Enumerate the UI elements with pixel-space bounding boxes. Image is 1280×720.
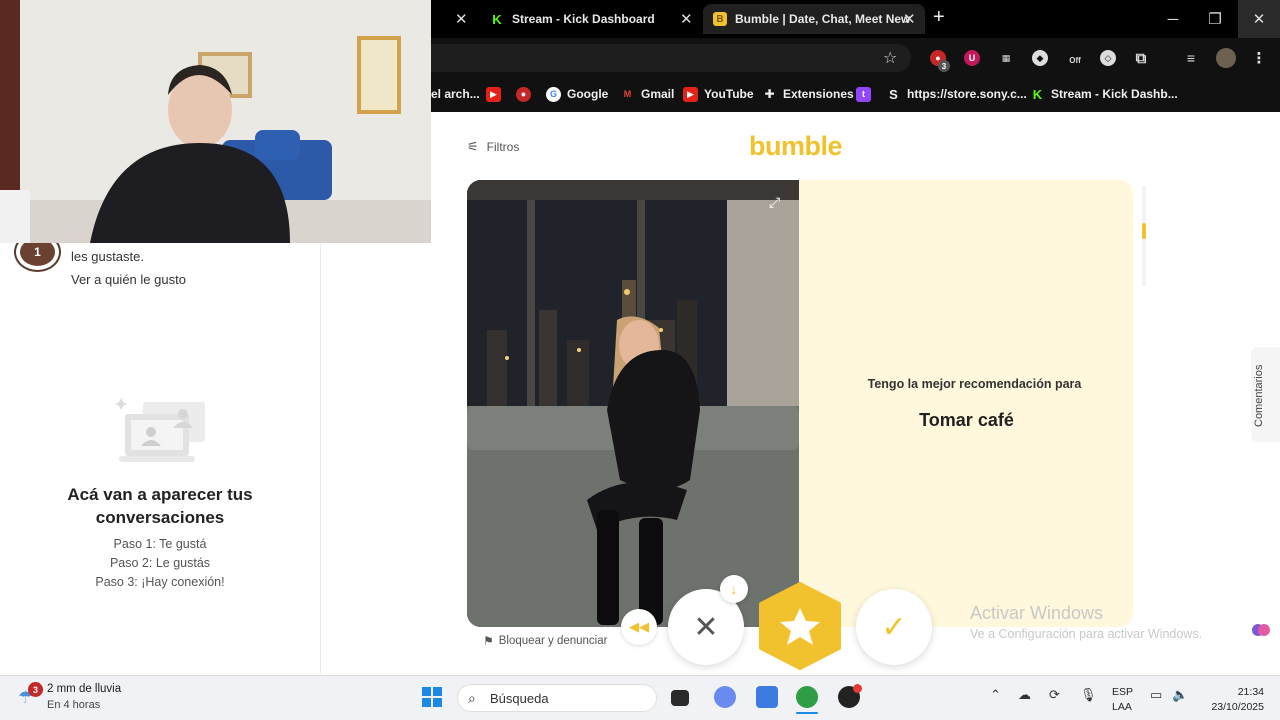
bookmark-youtube[interactable]: ▶ YouTube: [683, 84, 754, 104]
twitch-icon: t: [856, 86, 871, 102]
close-icon: ✕: [693, 610, 719, 644]
app-icon: ●: [516, 86, 531, 102]
bookmark-google[interactable]: G Google: [546, 84, 608, 104]
feedback-tab[interactable]: Comentarios: [1251, 347, 1280, 442]
notepad-icon[interactable]: [756, 686, 778, 708]
weather-subtitle: En 4 horas: [47, 699, 101, 711]
webcam-overlay: [0, 0, 431, 243]
bumble-icon: B: [713, 12, 727, 26]
youtube-icon: ▶: [683, 86, 698, 102]
close-icon[interactable]: ✕: [903, 10, 916, 28]
bookmark-sony-store[interactable]: Shttps://store.sony.c...: [886, 84, 1027, 104]
check-icon: ✓: [881, 610, 907, 644]
google-icon: G: [546, 86, 561, 102]
superswipe-button[interactable]: [757, 582, 843, 670]
like-button[interactable]: ✓: [856, 589, 932, 665]
recording-badge: [853, 684, 862, 693]
screen: { "browser": { "tabs": [ {"label": "Stre…: [0, 0, 1280, 720]
profile-photo-image: [467, 180, 799, 627]
bookmark-extensiones[interactable]: ✚ Extensiones: [762, 84, 853, 104]
bookmark-gmail[interactable]: M Gmail: [620, 84, 675, 104]
kick-icon: K: [490, 12, 504, 27]
brain-extension-icon[interactable]: [1251, 620, 1271, 640]
block-report-link[interactable]: ⚑ Bloquear y denunciar: [483, 634, 607, 648]
see-who-liked-link[interactable]: Ver a quién le gusto: [71, 272, 186, 287]
tab-close-icon[interactable]: ✕: [455, 4, 468, 34]
empty-conversations-icon: [115, 398, 205, 462]
language-indicator[interactable]: ESP LAA: [1112, 685, 1133, 715]
copilot-icon[interactable]: [714, 686, 736, 708]
volume-icon[interactable]: 🔈: [1172, 687, 1188, 703]
menu-kebab-icon[interactable]: ⋮: [1251, 50, 1267, 67]
youtube-icon: ▶: [486, 86, 501, 102]
extension-badge: 3: [938, 60, 950, 72]
bookmark-red[interactable]: ●: [516, 84, 537, 104]
likes-text: les gustaste.: [71, 249, 144, 264]
microphone-icon[interactable]: 🎙: [1080, 687, 1097, 703]
filters-icon: ⚟: [467, 139, 479, 154]
tray-chevron-icon[interactable]: ⌃: [990, 687, 1001, 703]
new-tab-icon[interactable]: +: [933, 6, 945, 29]
puzzle-icon: ✚: [764, 87, 775, 101]
activate-windows-subtitle: Ve a Configuración para activar Windows.: [970, 627, 1203, 641]
task-view-icon[interactable]: [671, 690, 689, 706]
media-control-icon[interactable]: ≡: [1183, 50, 1199, 66]
empty-title: Acá van a aparecer tus conversaciones: [67, 485, 253, 527]
weather-badge: 3: [28, 682, 43, 697]
card-scroll-thumb[interactable]: [1142, 223, 1146, 239]
tab-label: Stream - Kick Dashboard: [512, 12, 655, 26]
extension-grid-icon[interactable]: ▦: [998, 50, 1014, 66]
profile-card: [467, 180, 1133, 627]
expand-photo-icon[interactable]: ⤢: [769, 194, 785, 210]
extension-puzzle-icon[interactable]: ◆: [1032, 50, 1048, 66]
sony-icon: S: [889, 86, 898, 102]
extension-diamond-icon[interactable]: ◇: [1100, 50, 1116, 66]
rewind-button[interactable]: ◀◀: [621, 609, 657, 645]
step-3: Paso 3: ¡Hay conexión!: [95, 575, 225, 589]
windows-start-icon[interactable]: [421, 686, 443, 708]
scroll-down-button[interactable]: ↓: [720, 575, 748, 603]
search-icon: ⌕: [468, 690, 476, 706]
extensions-puzzle-icon[interactable]: ⧉: [1133, 50, 1149, 67]
kick-icon: K: [1032, 86, 1043, 102]
address-bar[interactable]: [431, 44, 911, 72]
sync-icon[interactable]: ⟳: [1049, 687, 1060, 703]
network-icon[interactable]: ▭: [1150, 687, 1162, 703]
tab-kick-dashboard[interactable]: K Stream - Kick Dashboard ✕: [490, 4, 700, 34]
taskbar-search[interactable]: ⌕ Búsqueda: [457, 684, 657, 712]
filters-button[interactable]: ⚟ Filtros: [467, 138, 519, 156]
profile-photo[interactable]: [467, 180, 799, 627]
bookmark-youtube-short[interactable]: ▶: [486, 84, 507, 104]
restore-icon[interactable]: ❐: [1194, 0, 1236, 38]
bookmark-star-icon[interactable]: ☆: [883, 48, 897, 68]
gmail-icon: M: [623, 89, 632, 99]
activate-windows-title: Activar Windows: [970, 603, 1104, 623]
step-2: Paso 2: Le gustás: [109, 556, 211, 570]
extension-off-label[interactable]: Off: [1067, 52, 1083, 68]
recommendation-label: Tengo la mejor recomendación para: [867, 377, 1082, 391]
webcam-feed: [0, 0, 431, 243]
onedrive-icon[interactable]: ☁: [1018, 687, 1031, 703]
recommendation-value: Tomar café: [919, 410, 1014, 430]
active-app-indicator: [796, 712, 818, 714]
step-1: Paso 1: Te gustá: [113, 537, 207, 551]
close-window-icon[interactable]: ✕: [1238, 0, 1280, 38]
tab-bumble[interactable]: B Bumble | Date, Chat, Meet New ✕: [703, 4, 925, 34]
weather-title[interactable]: 2 mm de lluvia: [47, 683, 121, 695]
chrome-icon[interactable]: [796, 686, 818, 708]
tab-label: Bumble | Date, Chat, Meet New: [735, 12, 911, 26]
bookmark-kick[interactable]: K Stream - Kick Dashb...: [1030, 84, 1178, 104]
profile-avatar[interactable]: [1216, 48, 1236, 68]
bookmark-archive[interactable]: el arch...: [431, 84, 480, 104]
bumble-logo: bumble: [749, 131, 843, 161]
arrow-down-icon: ↓: [730, 581, 738, 597]
minimize-icon[interactable]: ─: [1152, 0, 1194, 38]
flag-icon: ⚑: [483, 634, 494, 648]
clock[interactable]: 21:34 23/10/2025: [1200, 685, 1264, 715]
close-icon[interactable]: ✕: [680, 10, 693, 28]
rewind-icon: ◀◀: [629, 619, 649, 634]
bookmark-twitch[interactable]: t: [856, 84, 877, 104]
extension-shield-icon[interactable]: U: [964, 50, 980, 66]
